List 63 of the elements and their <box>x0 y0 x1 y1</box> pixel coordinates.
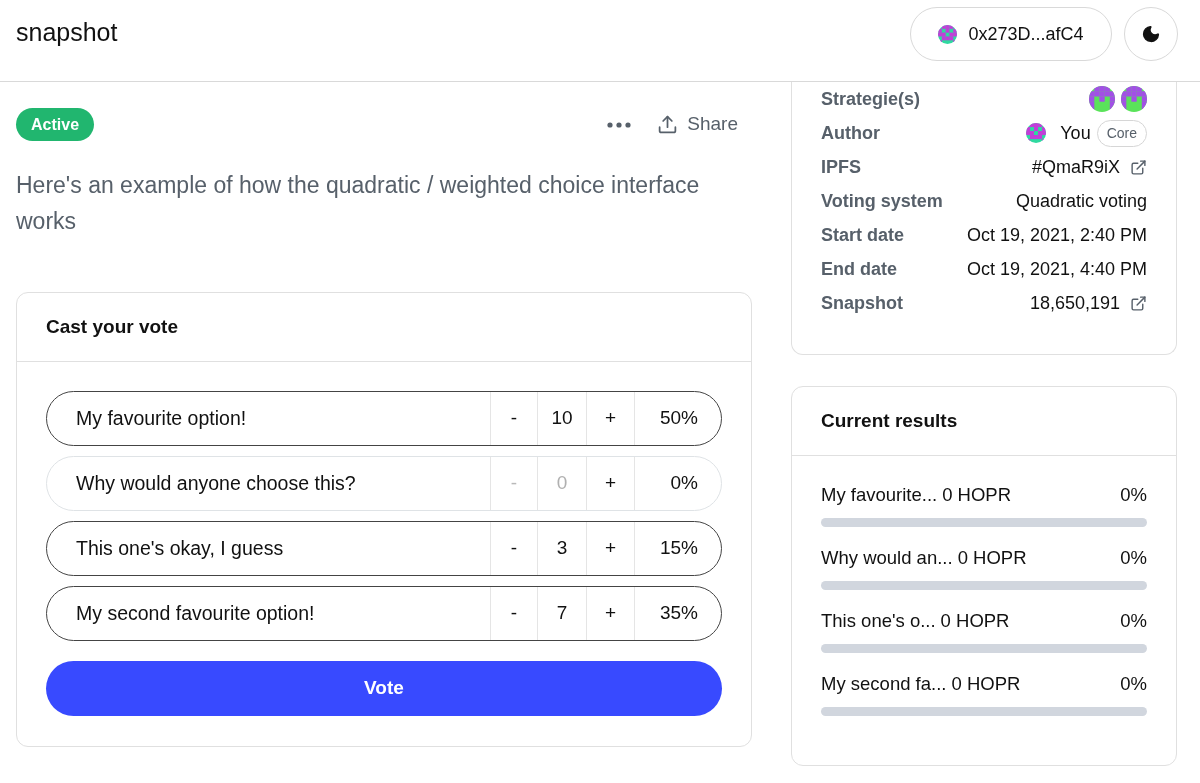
result-percent: 0% <box>1120 609 1147 634</box>
upload-icon <box>657 114 679 135</box>
increment-button[interactable]: + <box>586 457 634 510</box>
decrement-button[interactable]: - <box>490 522 537 575</box>
result-score: 0 HOPR <box>940 609 1010 634</box>
vote-percent: 15% <box>634 522 721 575</box>
card-title: Current results <box>821 408 958 433</box>
result-label: My second fa... <box>821 672 947 697</box>
result-percent: 0% <box>1120 546 1147 571</box>
author-link[interactable]: You <box>1060 119 1091 147</box>
vote-count: 3 <box>537 522 586 575</box>
pixel-avatar-icon <box>1089 86 1115 112</box>
choice-label: This one's okay, I guess <box>75 535 285 561</box>
vote-button[interactable]: Vote <box>46 661 722 716</box>
info-value: Oct 19, 2021, 2:40 PM <box>966 223 1147 247</box>
moon-icon <box>1141 24 1161 44</box>
status-badge: Active <box>16 108 95 141</box>
info-label: Snapshot <box>821 291 903 315</box>
share-button[interactable]: Share <box>657 110 738 139</box>
result-label: This one's o... <box>821 609 936 634</box>
result-label: My favourite... <box>821 483 938 508</box>
more-button[interactable] <box>607 121 632 128</box>
external-link-icon <box>1130 294 1147 312</box>
info-label: Strategie(s) <box>821 87 921 111</box>
pixel-avatar-icon <box>1121 86 1147 112</box>
card-title: Cast your vote <box>46 314 178 339</box>
choice-label: Why would anyone choose this? <box>75 470 357 496</box>
pixel-avatar-icon <box>1026 123 1047 143</box>
choice-label: My second favourite option! <box>75 600 316 626</box>
decrement-button[interactable]: - <box>490 587 537 640</box>
vote-percent: 50% <box>634 392 721 445</box>
increment-button[interactable]: + <box>586 522 634 575</box>
vote-count: 0 <box>537 457 586 510</box>
proposal-body: Here's an example of how the quadratic / weighted choice interface works <box>16 171 701 236</box>
logo-text: snapshot <box>16 17 118 48</box>
vote-count: 7 <box>537 587 586 640</box>
result-percent: 0% <box>1120 672 1147 697</box>
result-percent: 0% <box>1120 483 1147 508</box>
increment-button[interactable]: + <box>586 392 634 445</box>
theme-toggle-button[interactable] <box>1124 7 1178 61</box>
info-label: End date <box>821 257 897 281</box>
increment-button[interactable]: + <box>586 587 634 640</box>
info-label: IPFS <box>821 155 861 179</box>
info-value: Quadratic voting <box>1015 189 1147 213</box>
dots-icon <box>607 121 632 128</box>
info-label: Author <box>821 121 880 145</box>
result-score: 0 HOPR <box>957 546 1027 571</box>
info-label: Start date <box>821 223 905 247</box>
vote-percent: 0% <box>634 457 721 510</box>
decrement-button[interactable]: - <box>490 392 537 445</box>
external-link-icon <box>1130 158 1147 176</box>
choice-label: My favourite option! <box>75 405 248 431</box>
info-value: Oct 19, 2021, 4:40 PM <box>966 257 1147 281</box>
pixel-avatar-icon <box>938 24 958 44</box>
result-label: Why would an... <box>821 546 953 571</box>
external-link[interactable]: 18,650,191 <box>1029 289 1147 317</box>
vote-count: 10 <box>537 392 586 445</box>
external-link[interactable]: #QmaR9iX <box>1031 153 1147 181</box>
info-label: Voting system <box>821 189 943 213</box>
vote-percent: 35% <box>634 587 721 640</box>
account-button[interactable]: 0x273D...afC4 <box>910 7 1112 61</box>
result-score: 0 HOPR <box>951 672 1021 697</box>
result-score: 0 HOPR <box>942 483 1012 508</box>
